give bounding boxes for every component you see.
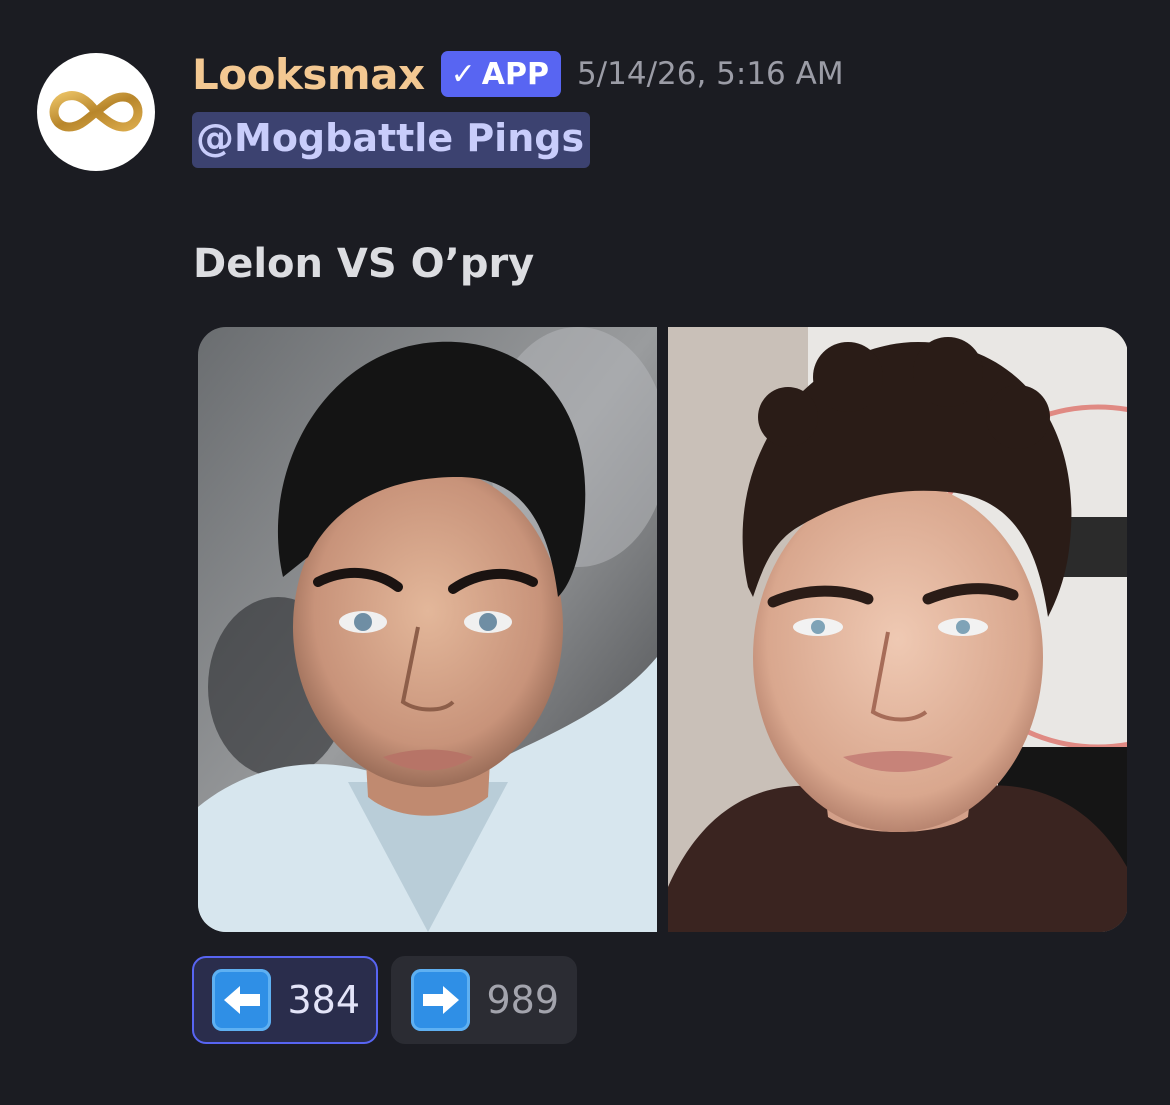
chat-message: Looksmax ✓ APP 5/14/26, 5:16 AM @Mogbatt… — [0, 0, 1170, 1105]
infinity-logo-icon — [49, 91, 143, 132]
image-gallery — [198, 327, 1128, 932]
left-arrow-icon — [212, 969, 272, 1031]
message-text: Delon VS O’pry — [193, 241, 535, 287]
right-arrow-icon — [411, 969, 471, 1031]
author-avatar[interactable] — [37, 53, 155, 171]
reaction-left-arrow[interactable]: 384 — [192, 956, 378, 1044]
portrait-image — [668, 327, 1127, 932]
reactions-bar: 384 989 — [192, 956, 577, 1044]
reaction-count: 989 — [486, 978, 559, 1022]
message-header: Looksmax ✓ APP 5/14/26, 5:16 AM — [192, 48, 844, 100]
reaction-count: 384 — [287, 978, 360, 1022]
right-photo[interactable] — [668, 327, 1127, 932]
role-mention[interactable]: @Mogbattle Pings — [192, 112, 591, 168]
checkmark-icon: ✓ — [450, 56, 476, 92]
app-badge: ✓ APP — [440, 51, 561, 97]
message-timestamp[interactable]: 5/14/26, 5:16 AM — [577, 56, 844, 92]
author-name[interactable]: Looksmax — [192, 50, 425, 99]
left-photo[interactable] — [198, 327, 657, 932]
portrait-image — [198, 327, 657, 932]
reaction-right-arrow[interactable]: 989 — [391, 956, 577, 1044]
app-badge-label: APP — [481, 56, 549, 92]
